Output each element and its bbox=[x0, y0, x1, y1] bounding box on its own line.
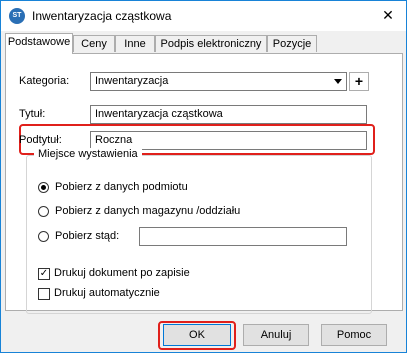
tab-inne[interactable]: Inne bbox=[115, 35, 155, 52]
podtytul-label: Podtytuł: bbox=[19, 134, 62, 146]
cancel-button[interactable]: Anuluj bbox=[243, 324, 309, 346]
radio-issuer-data-label[interactable]: Pobierz z danych podmiotu bbox=[55, 181, 188, 193]
tab-ceny[interactable]: Ceny bbox=[73, 35, 115, 52]
radio-custom-label[interactable]: Pobierz stąd: bbox=[55, 230, 119, 242]
radio-issuer-data[interactable] bbox=[38, 182, 49, 193]
radio-warehouse-data-label[interactable]: Pobierz z danych magazynu /oddziału bbox=[55, 205, 240, 217]
tab-pozycje[interactable]: Pozycje bbox=[267, 35, 317, 52]
close-icon[interactable]: ✕ bbox=[380, 7, 396, 23]
tab-panel-podstawowe: Kategoria: Inwentaryzacja + Tytuł: Inwen… bbox=[5, 53, 403, 314]
print-after-save-checkbox[interactable]: ✓ bbox=[38, 268, 50, 280]
kategoria-value: Inwentaryzacja bbox=[95, 75, 169, 87]
tytul-field[interactable]: Inwentaryzacja cząstkowa bbox=[90, 105, 367, 124]
dialog-window: ST Inwentaryzacja cząstkowa ✕ Podstawowe… bbox=[0, 0, 407, 353]
custom-place-input[interactable] bbox=[139, 227, 347, 246]
kategoria-label: Kategoria: bbox=[19, 75, 70, 87]
kategoria-combobox[interactable]: Inwentaryzacja bbox=[90, 72, 347, 91]
window-title: Inwentaryzacja cząstkowa bbox=[32, 9, 172, 23]
title-bar: ST Inwentaryzacja cząstkowa ✕ bbox=[1, 1, 406, 31]
tytul-label: Tytuł: bbox=[19, 108, 46, 120]
radio-warehouse-data[interactable] bbox=[38, 206, 49, 217]
tab-podstawowe[interactable]: Podstawowe bbox=[5, 33, 73, 54]
print-automatically-checkbox[interactable] bbox=[38, 288, 50, 300]
print-after-save-label[interactable]: Drukuj dokument po zapisie bbox=[54, 267, 190, 279]
issue-place-legend: Miejsce wystawienia bbox=[34, 148, 142, 160]
print-automatically-label[interactable]: Drukuj automatycznie bbox=[54, 287, 160, 299]
ok-button[interactable]: OK bbox=[163, 324, 231, 346]
tab-bar: Podstawowe Ceny Inne Podpis elektroniczn… bbox=[5, 33, 403, 54]
add-category-button[interactable]: + bbox=[349, 72, 369, 91]
radio-custom[interactable] bbox=[38, 231, 49, 242]
tab-podpis-elektroniczny[interactable]: Podpis elektroniczny bbox=[155, 35, 267, 52]
chevron-down-icon[interactable] bbox=[334, 79, 342, 84]
app-icon: ST bbox=[9, 8, 25, 24]
help-button[interactable]: Pomoc bbox=[321, 324, 387, 346]
